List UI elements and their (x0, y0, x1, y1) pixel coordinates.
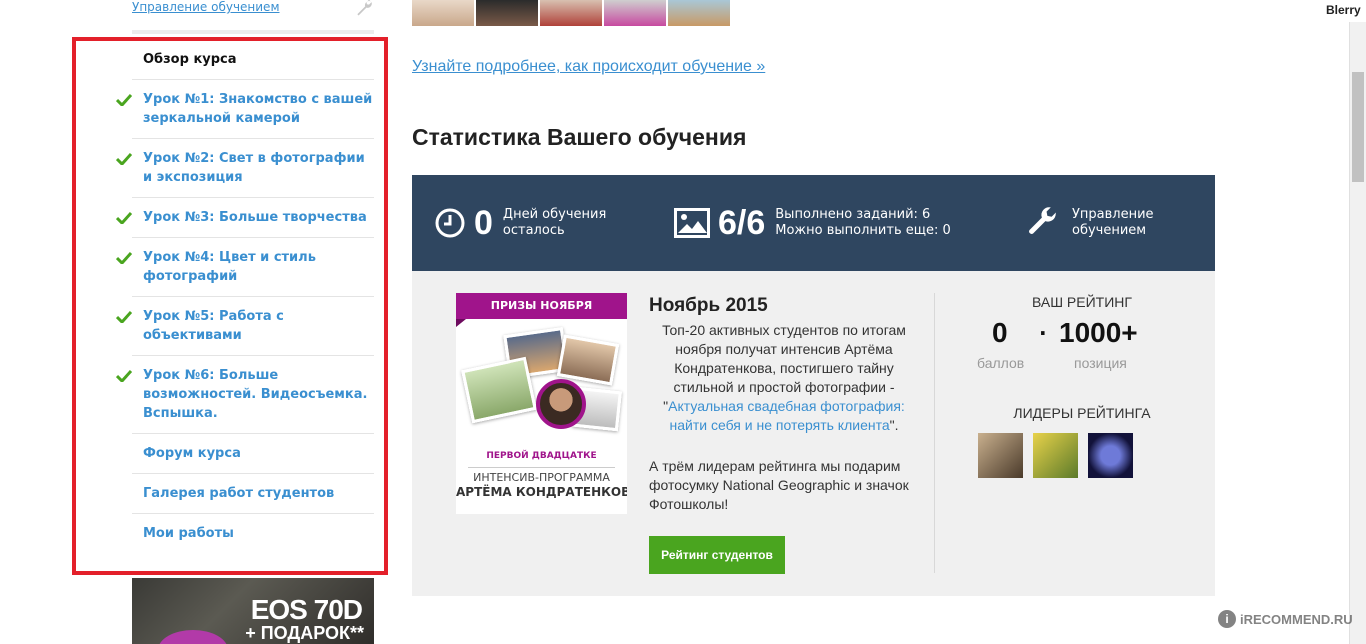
manage-learning-button[interactable]: Управление обучением (1026, 175, 1154, 271)
november-prize-image[interactable]: ПРИЗЫ НОЯБРЯ ПЕРВОЙ ДВАДЦАТКЕ ИНТЕНСИВ-П… (456, 293, 627, 514)
panel-divider (934, 293, 935, 573)
leader-avatar[interactable] (1088, 433, 1133, 478)
manage-label-2: обучением (1072, 223, 1147, 238)
promo-gift-text: А трём лидерам рейтинга мы подарим фотос… (649, 458, 909, 512)
rating-separator: · (1039, 321, 1047, 345)
ribbon-tail (456, 319, 466, 327)
banner-subtitle: + ПОДАРОК** (245, 623, 364, 643)
points-label: баллов (977, 355, 1025, 371)
student-avatar[interactable] (476, 0, 538, 26)
wedding-course-link[interactable]: Актуальная свадебная фотография: найти с… (668, 398, 905, 433)
promo-first-twenty: ПЕРВОЙ ДВАДЦАТКЕ (486, 451, 597, 461)
leader-avatar[interactable] (978, 433, 1023, 478)
student-avatar[interactable] (604, 0, 666, 26)
your-rating-title: ВАШ РЕЙТИНГ (1032, 294, 1132, 310)
banner-decoration (158, 630, 228, 644)
student-avatar[interactable] (412, 0, 474, 26)
image-icon (674, 208, 710, 238)
days-left-label: Дней обучения (502, 207, 607, 222)
watermark-text: iRECOMMEND.RU (1240, 611, 1353, 627)
author-portrait (536, 379, 586, 429)
section-title: Статистика Вашего обучения (412, 124, 747, 150)
stat-tasks: 6/6 Выполнено заданий: 6 Можно выполнить … (674, 175, 951, 271)
wedding-photo (461, 356, 537, 424)
position-label: позиция (1074, 355, 1127, 371)
prize-ribbon: ПРИЗЫ НОЯБРЯ (456, 293, 627, 319)
stats-bar: 0 Дней обучения осталось 6/6 Выполнено за… (412, 175, 1215, 271)
student-avatar[interactable] (540, 0, 602, 26)
manage-learning-link-top[interactable]: Управление обучением (132, 0, 280, 14)
leaders-title: ЛИДЕРЫ РЕЙТИНГА (1013, 405, 1151, 421)
promo-desc-text-end: ". (889, 417, 899, 433)
days-left-label-2: осталось (502, 223, 565, 238)
promo-intensive-label: ИНТЕНСИВ-ПРОГРАММА (473, 471, 610, 484)
points-value: 0 (992, 317, 1008, 348)
tasks-value: 6/6 (718, 203, 766, 242)
promo-description: Топ-20 активных студентов по итогам нояб… (649, 321, 919, 435)
promo-divider (468, 467, 615, 468)
student-avatars-strip (412, 0, 730, 26)
stat-days: 0 Дней обучения осталось (434, 175, 606, 271)
position-value: 1000+ (1059, 317, 1138, 348)
manage-label: Управление (1072, 207, 1154, 222)
tasks-done-label: Выполнено заданий: 6 (775, 207, 931, 222)
highlight-annotation-box (72, 37, 388, 575)
banner-title: EOS 70D (250, 594, 363, 625)
wedding-photo (556, 334, 620, 386)
days-left-value: 0 (474, 203, 493, 242)
watermark: i iRECOMMEND.RU (1218, 610, 1353, 628)
promo-author-name: АРТЁМА КОНДРАТЕНКОВА (456, 485, 627, 499)
wrench-icon (1029, 207, 1056, 234)
wrench-icon[interactable] (354, 0, 374, 18)
leader-avatar[interactable] (1033, 433, 1078, 478)
student-rating-button[interactable]: Рейтинг студентов (649, 536, 785, 574)
eos-ad-banner[interactable]: EOS 70D + ПОДАРОК** (132, 578, 374, 644)
clock-icon (435, 208, 465, 238)
learn-more-link[interactable]: Узнайте подробнее, как происходит обучен… (412, 58, 765, 76)
watermark-logo-icon: i (1218, 610, 1236, 628)
rating-panel: ПРИЗЫ НОЯБРЯ ПЕРВОЙ ДВАДЦАТКЕ ИНТЕНСИВ-П… (412, 271, 1215, 596)
scrollbar-thumb[interactable] (1352, 72, 1364, 182)
student-avatar[interactable] (668, 0, 730, 26)
tasks-remaining-label: Можно выполнить еще: 0 (775, 223, 951, 238)
browser-user-name: Blerry (1326, 3, 1361, 17)
month-title: Ноябрь 2015 (649, 295, 768, 316)
page-scrollbar[interactable] (1349, 22, 1366, 644)
sidebar-divider (132, 30, 374, 34)
